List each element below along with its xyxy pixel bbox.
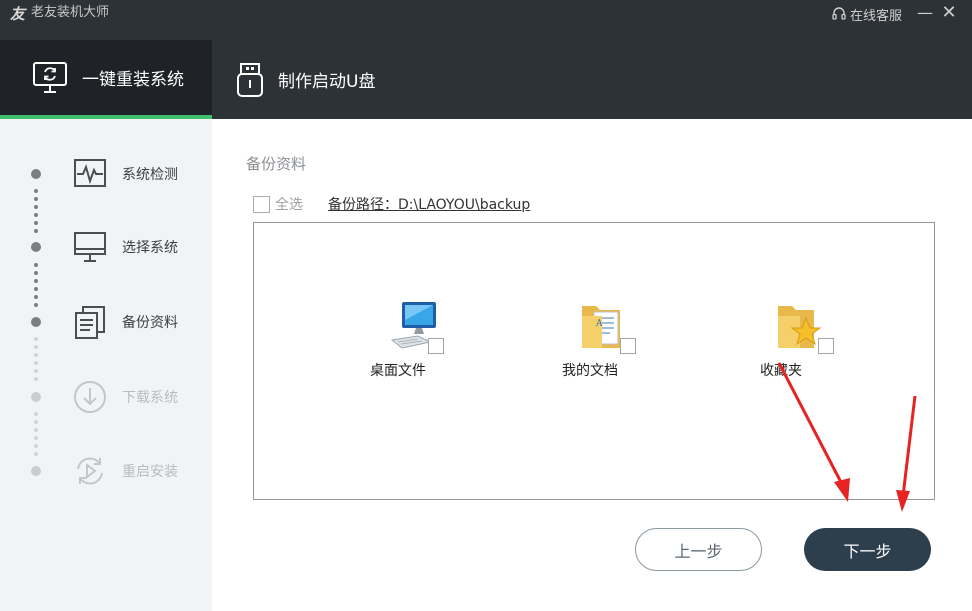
step-system-check: 系统检测: [0, 154, 212, 194]
next-step-button[interactable]: 下一步: [804, 528, 931, 571]
backup-item-label: 收藏夹: [760, 363, 802, 379]
step-backup-data: 备份资料: [0, 302, 212, 342]
step-label: 选择系统: [122, 240, 178, 256]
step-restart-install: 重启安装: [0, 451, 212, 491]
select-all-checkbox[interactable]: 全选: [253, 194, 303, 214]
main-tabs: 一键重装系统 制作启动U盘: [0, 40, 972, 119]
step-label: 备份资料: [122, 315, 178, 331]
usb-drive-icon: [237, 62, 263, 97]
restart-icon: [77, 457, 103, 485]
close-button[interactable]: ✕: [937, 2, 961, 24]
backup-item-checkbox[interactable]: [818, 338, 834, 354]
step-dot: [31, 317, 41, 327]
svg-text:A: A: [595, 319, 603, 329]
minimize-button[interactable]: —: [913, 2, 937, 24]
backup-item-checkbox[interactable]: [620, 338, 636, 354]
backup-item-label: 我的文档: [562, 363, 618, 379]
tab-label: 一键重装系统: [82, 70, 184, 90]
headset-icon: [832, 7, 846, 20]
online-support-button[interactable]: 在线客服: [831, 4, 902, 24]
online-support-label: 在线客服: [850, 8, 903, 24]
backup-items-panel: 桌面文件 A 我的文档 收藏夹: [253, 222, 935, 500]
tab-label: 制作启动U盘: [278, 72, 376, 92]
step-dot: [31, 392, 41, 402]
step-select-system: 选择系统: [0, 227, 212, 267]
section-title: 备份资料: [246, 155, 307, 173]
app-header: 友 老友装机大师 在线客服 — ✕ 一键重装系统 制作启动U盘: [0, 0, 972, 119]
download-icon: [74, 381, 106, 413]
monitor-refresh-icon: [33, 61, 67, 93]
step-dot: [31, 242, 41, 252]
pulse-monitor-icon: [74, 159, 106, 187]
step-label: 重启安装: [122, 464, 178, 480]
backup-path-link[interactable]: 备份路径：D:\LAOYOU\backup: [328, 194, 530, 214]
tab-make-usb-boot[interactable]: 制作启动U盘: [236, 40, 436, 119]
app-title: 老友装机大师: [31, 5, 110, 20]
documents-icon: [75, 306, 105, 339]
app-logo-icon: 友: [10, 5, 26, 23]
select-all-label: 全选: [275, 197, 303, 213]
backup-item-documents[interactable]: A 我的文档: [562, 298, 672, 388]
monitor-icon: [74, 232, 106, 262]
step-dot: [31, 466, 41, 476]
backup-item-favorites[interactable]: 收藏夹: [760, 298, 870, 388]
backup-item-label: 桌面文件: [370, 363, 426, 379]
backup-item-desktop[interactable]: 桌面文件: [370, 298, 480, 388]
previous-step-button[interactable]: 上一步: [635, 528, 762, 571]
tab-one-click-reinstall[interactable]: 一键重装系统: [0, 40, 212, 119]
checkbox-box[interactable]: [253, 195, 270, 213]
step-sidebar: 系统检测 选择系统 备份资料 下载系统 重启安装: [0, 119, 212, 611]
step-label: 系统检测: [122, 167, 178, 183]
step-dot: [31, 169, 41, 179]
step-download-system: 下载系统: [0, 377, 212, 417]
title-bar: 友 老友装机大师 在线客服 — ✕: [0, 0, 972, 28]
backup-item-checkbox[interactable]: [428, 338, 444, 354]
step-label: 下载系统: [122, 390, 178, 406]
